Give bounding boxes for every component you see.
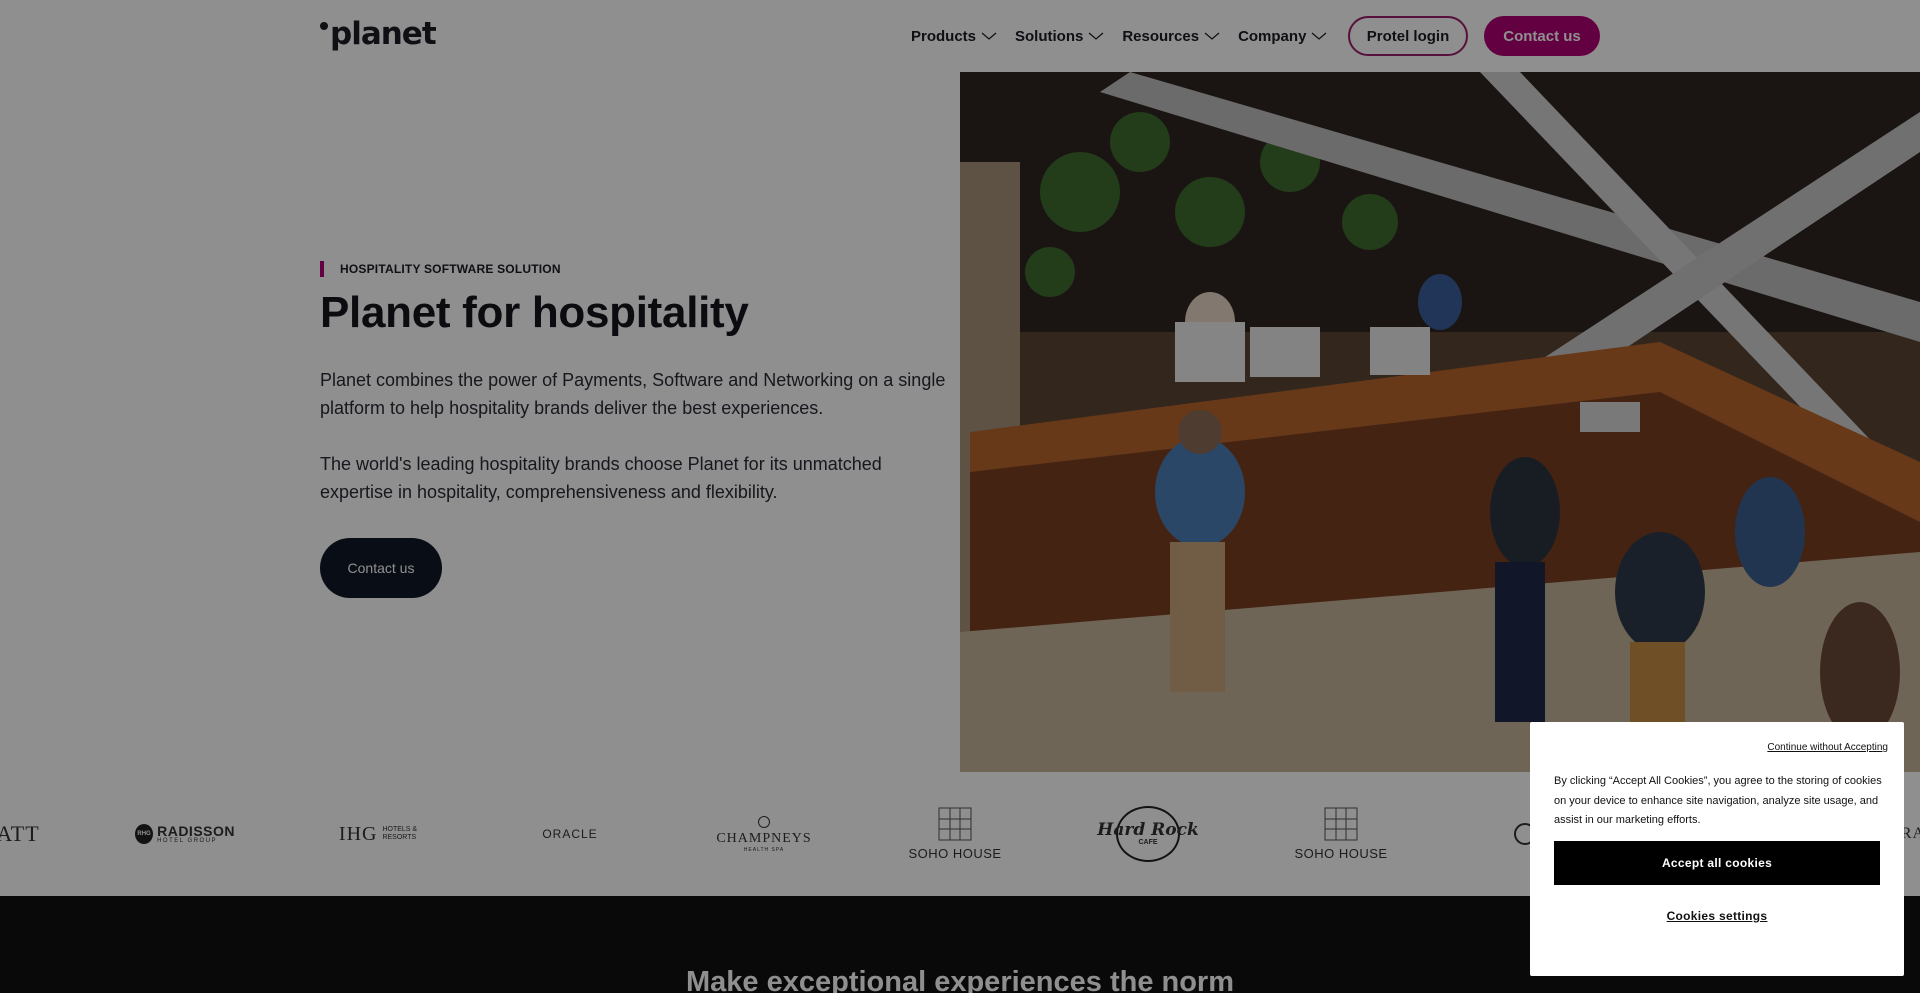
cookies-settings-button[interactable]: Cookies settings — [1554, 896, 1880, 936]
cookie-consent-text: By clicking “Accept All Cookies”, you ag… — [1554, 775, 1882, 826]
cookie-consent-dialog: Continue without Accepting By clicking “… — [1530, 722, 1904, 976]
accept-all-cookies-button[interactable]: Accept all cookies — [1554, 841, 1880, 885]
continue-without-accepting-link[interactable]: Continue without Accepting — [1767, 742, 1888, 753]
